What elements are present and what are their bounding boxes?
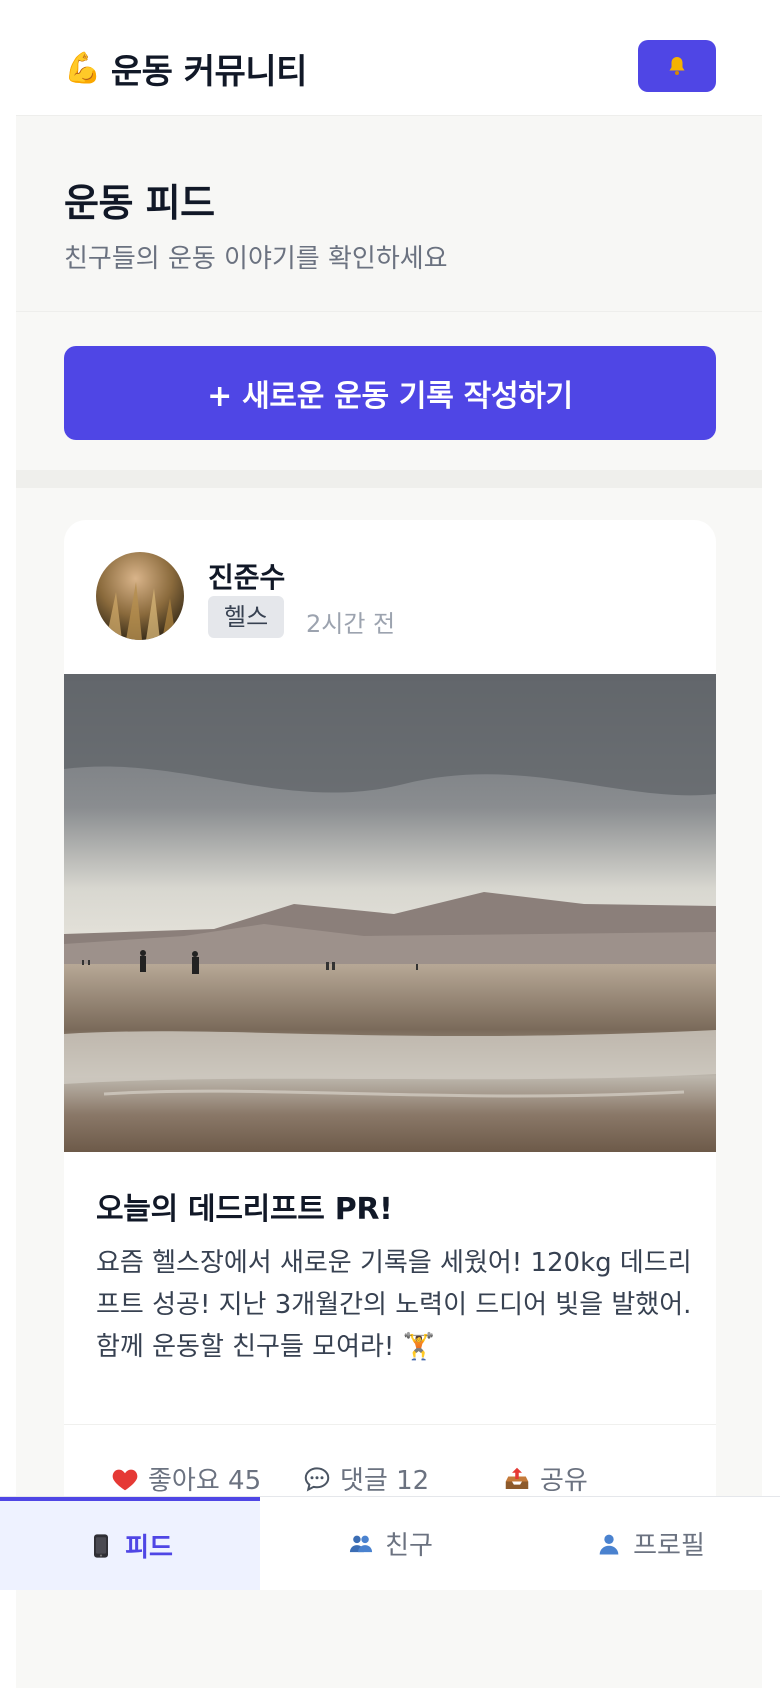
outbox-tray-icon xyxy=(505,1467,529,1489)
nav-label-friends: 친구 xyxy=(385,1531,433,1561)
nav-label-profile: 프로필 xyxy=(633,1531,705,1561)
page-title: 운동 피드 xyxy=(64,181,215,225)
top-header: 💪 운동 커뮤니티 xyxy=(16,0,762,116)
app-title: 운동 커뮤니티 xyxy=(110,52,308,92)
app-screen: 💪 운동 커뮤니티 운동 피드 친구들의 운동 이야기를 확인하세요 + 새로운… xyxy=(16,0,762,1688)
nav-item-profile[interactable]: 프로필 xyxy=(520,1497,780,1590)
comment-button[interactable]: 댓글 12 xyxy=(302,1460,429,1497)
page-subtitle: 친구들의 운동 이야기를 확인하세요 xyxy=(64,244,448,274)
like-count: 좋아요 45 xyxy=(148,1466,262,1496)
friends-icon xyxy=(349,1535,373,1552)
nav-item-feed[interactable]: 피드 xyxy=(0,1497,260,1590)
avatar-image xyxy=(96,552,184,640)
comment-count: 댓글 12 xyxy=(340,1466,430,1496)
feed-section-header: 운동 피드 친구들의 운동 이야기를 확인하세요 xyxy=(16,116,762,312)
post-author-name[interactable]: 진준수 xyxy=(208,556,285,596)
phone-icon xyxy=(94,1533,109,1558)
new-workout-post-button[interactable]: + 새로운 운동 기록 작성하기 xyxy=(64,346,716,440)
nav-item-friends[interactable]: 친구 xyxy=(260,1497,520,1590)
speech-bubble-icon xyxy=(304,1466,330,1492)
app-brand: 💪 운동 커뮤니티 xyxy=(64,44,307,93)
notifications-button[interactable] xyxy=(638,40,716,92)
post-card: 진준수 헬스 2시간 전 오늘의 데드리프트 PR! 요즘 헬스장에서 새로운 … xyxy=(64,520,716,1520)
post-body: 요즘 헬스장에서 새로운 기록을 세웠어! 120kg 데드리프트 성공! 지난… xyxy=(96,1248,692,1362)
bottom-navigation: 피드 친구 프로필 xyxy=(0,1496,780,1590)
flexed-biceps-icon: 💪 xyxy=(64,51,101,86)
section-divider xyxy=(16,470,762,488)
post-title: 오늘의 데드리프트 PR! xyxy=(96,1192,393,1227)
nav-label-feed: 피드 xyxy=(125,1533,173,1563)
share-label: 공유 xyxy=(540,1466,588,1496)
category-badge: 헬스 xyxy=(208,596,285,638)
heart-icon xyxy=(112,1469,138,1490)
like-button[interactable]: 좋아요 45 xyxy=(110,1460,261,1497)
share-button[interactable]: 공유 xyxy=(502,1460,588,1497)
post-timestamp: 2시간 전 xyxy=(306,610,396,638)
avatar[interactable] xyxy=(96,552,184,640)
post-photo xyxy=(64,674,716,1152)
bell-icon xyxy=(669,57,685,75)
card-divider xyxy=(64,1424,716,1425)
profile-icon xyxy=(599,1534,619,1554)
